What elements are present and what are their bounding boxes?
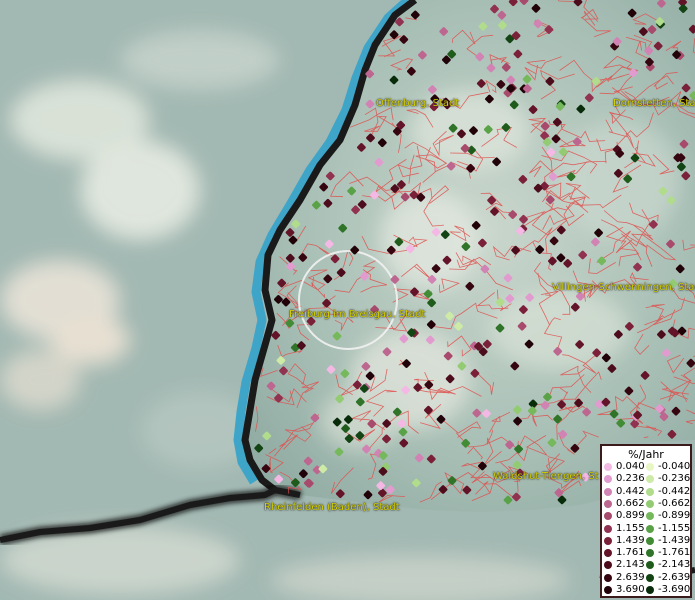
legend-value: -0.040 (658, 461, 691, 472)
legend-value: -3.690 (658, 584, 691, 595)
legend-swatch (604, 512, 612, 521)
legend-value: 0.236 (616, 473, 645, 485)
legend-value: 0.899 (616, 510, 645, 522)
legend-swatch (646, 487, 654, 496)
legend-value: -0.899 (658, 510, 691, 522)
legend-value: 1.155 (616, 522, 645, 534)
legend-value: 0.040 (616, 461, 645, 472)
legend-swatch (646, 549, 654, 558)
legend-value: 0.662 (616, 497, 645, 509)
legend-value: -1.439 (658, 534, 691, 546)
legend-swatch (646, 475, 654, 484)
label-dornstetten: Dornstetten, Stadt (613, 98, 695, 109)
legend-swatch (604, 487, 612, 496)
legend-swatch (604, 475, 612, 484)
legend-value: 2.639 (616, 571, 645, 583)
legend-swatch (646, 561, 654, 570)
label-rheinfelden: Rheinfelden (Baden), Stadt (264, 502, 400, 513)
legend-swatch (604, 549, 612, 558)
legend-value: -2.143 (658, 559, 691, 571)
legend-swatch (604, 463, 612, 471)
legend-value: 2.143 (616, 559, 645, 571)
legend-value: -0.236 (658, 473, 691, 485)
legend-value: 1.761 (616, 547, 645, 559)
legend-value: -0.662 (658, 497, 691, 509)
legend-value: 3.690 (616, 584, 645, 595)
legend-swatch (604, 561, 612, 570)
legend-swatch (604, 586, 612, 594)
legend-value: -0.442 (658, 485, 691, 497)
label-villingen: Villingen-Schwenningen, Stadt (552, 282, 695, 293)
legend-swatch (604, 573, 612, 582)
legend-swatch (646, 499, 654, 508)
legend-swatch (646, 463, 654, 471)
legend: %/Jahr 0.040 -0.040 0.236 -0.236 0.442 -0.442… (600, 444, 692, 598)
legend-swatch (604, 536, 612, 545)
label-freiburg: Freiburg im Breisgau, Stadt (289, 309, 426, 320)
legend-value: -1.155 (658, 522, 691, 534)
label-waldshut: Waldshut-Tiengen, St (493, 471, 599, 482)
legend-swatch (646, 536, 654, 545)
legend-swatch (604, 499, 612, 508)
legend-swatch (646, 573, 654, 582)
legend-value: 1.439 (616, 534, 645, 546)
legend-value: -1.761 (658, 547, 691, 559)
legend-value: -2.639 (658, 571, 691, 583)
legend-swatch (646, 586, 654, 594)
legend-swatch (646, 512, 654, 521)
legend-swatch (646, 524, 654, 533)
legend-swatch (604, 524, 612, 533)
label-offenburg: Offenburg, Stadt (376, 98, 460, 109)
legend-title: %/Jahr (628, 448, 664, 461)
legend-value: 0.442 (616, 485, 645, 497)
